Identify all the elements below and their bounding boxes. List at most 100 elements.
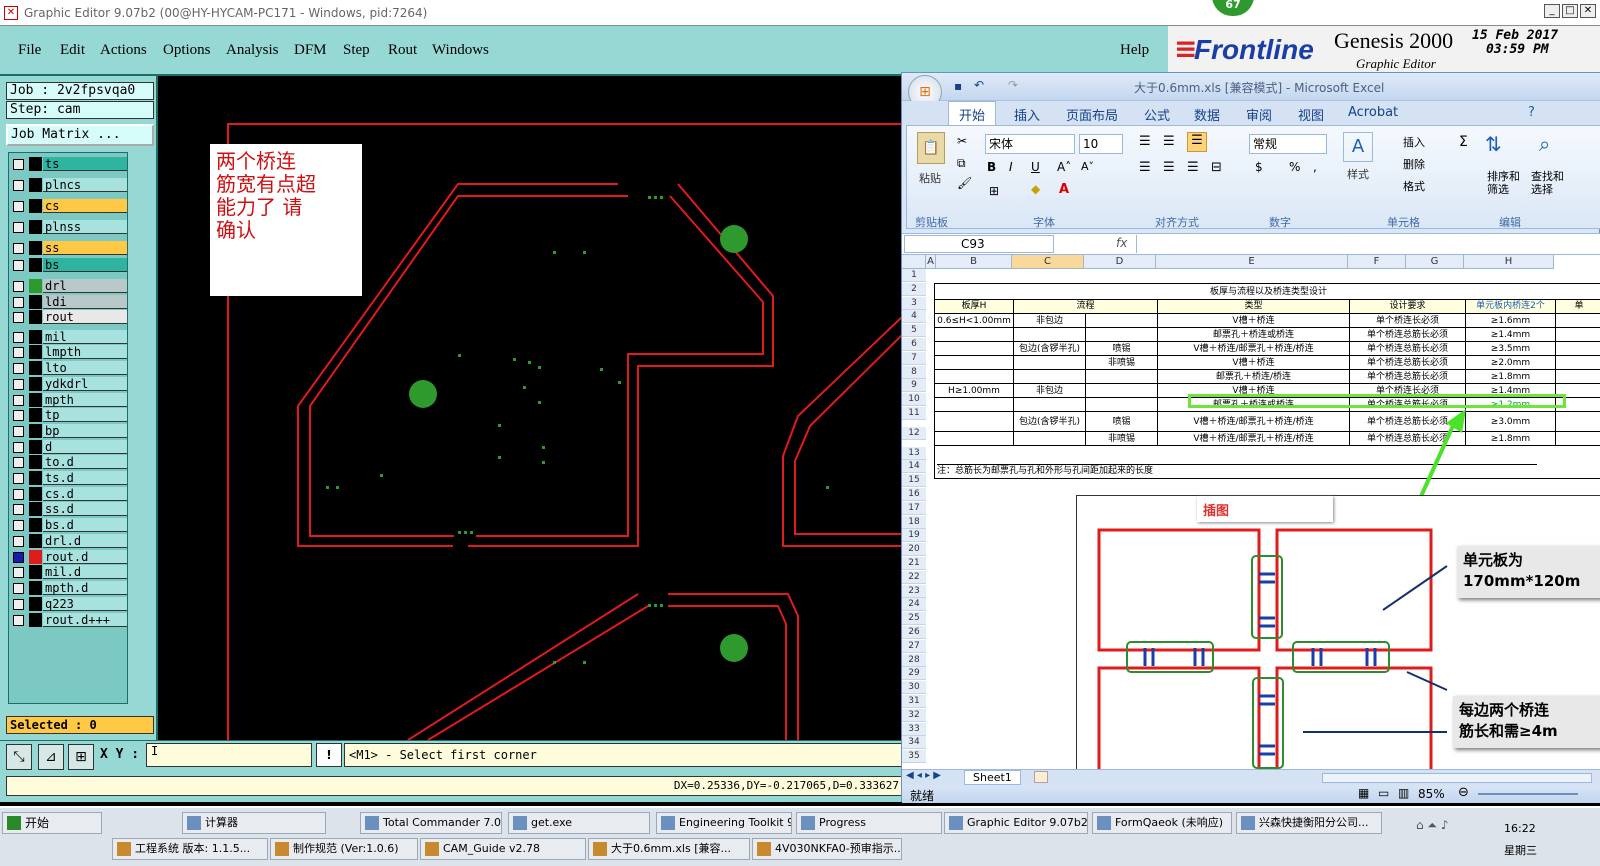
tab-insert[interactable]: 插入 bbox=[1014, 105, 1040, 124]
table-cell[interactable]: 包边(含锣半孔) bbox=[1013, 412, 1085, 432]
table-cell[interactable]: V槽＋桥连/邮票孔＋桥连/桥连 bbox=[1157, 412, 1349, 432]
taskbar-button[interactable]: Graphic Editor 9.07b2 ... bbox=[944, 812, 1088, 834]
layer-checkbox[interactable] bbox=[13, 615, 24, 626]
layer-row-plnss[interactable]: plnss bbox=[11, 220, 127, 234]
row-header[interactable]: 25 bbox=[902, 612, 926, 626]
maximize-button[interactable]: □ bbox=[1562, 4, 1578, 18]
row-header[interactable]: 3 bbox=[902, 296, 926, 310]
table-cell[interactable] bbox=[1085, 384, 1157, 398]
layer-row-ydkdrl[interactable]: ydkdrl bbox=[11, 377, 127, 391]
table-cell[interactable] bbox=[935, 356, 1013, 370]
layer-row-rout[interactable]: rout bbox=[11, 310, 127, 324]
table-cell[interactable]: V槽＋桥连/邮票孔＋桥连/桥连 bbox=[1157, 342, 1349, 356]
tab-view[interactable]: 视图 bbox=[1298, 105, 1324, 124]
layer-name[interactable]: mpth.d bbox=[43, 581, 127, 595]
layer-checkbox[interactable] bbox=[13, 297, 24, 308]
menu-file[interactable]: File bbox=[18, 42, 41, 59]
border-icon[interactable]: ⊞ bbox=[989, 184, 999, 198]
italic-icon[interactable]: I bbox=[1009, 160, 1013, 174]
currency-icon[interactable]: $ bbox=[1255, 160, 1263, 174]
menu-windows[interactable]: Windows bbox=[432, 42, 489, 59]
layer-checkbox[interactable] bbox=[13, 489, 24, 500]
layer-row-plncs[interactable]: plncs bbox=[11, 178, 127, 192]
row-header[interactable]: 2 bbox=[902, 282, 926, 296]
align-middle-icon[interactable]: ☰ bbox=[1163, 134, 1175, 149]
row-header[interactable]: 29 bbox=[902, 667, 926, 681]
layer-color-swatch[interactable] bbox=[29, 581, 42, 595]
table-cell[interactable] bbox=[1013, 356, 1085, 370]
layer-checkbox[interactable] bbox=[13, 363, 24, 374]
shrink-font-icon[interactable]: A˅ bbox=[1081, 160, 1094, 173]
col-header-c[interactable]: C bbox=[1012, 255, 1084, 269]
table-cell-empty[interactable] bbox=[1555, 370, 1600, 384]
layer-name[interactable]: ts.d bbox=[43, 471, 127, 485]
layer-checkbox[interactable] bbox=[13, 222, 24, 233]
layer-color-swatch[interactable] bbox=[29, 295, 42, 309]
table-cell[interactable] bbox=[1085, 314, 1157, 328]
layer-row-mpth[interactable]: mpth bbox=[11, 393, 127, 407]
table-cell-empty[interactable] bbox=[1555, 356, 1600, 370]
row-header[interactable]: 5 bbox=[902, 324, 926, 338]
tab-home[interactable]: 开始 bbox=[948, 101, 997, 125]
taskbar-button[interactable]: 制作规范 (Ver:1.0.6) bbox=[270, 838, 418, 860]
layer-color-swatch[interactable] bbox=[29, 157, 42, 171]
percent-icon[interactable]: % bbox=[1289, 160, 1300, 174]
table-cell[interactable]: ≥3.5mm bbox=[1465, 342, 1555, 356]
layer-name[interactable]: ss bbox=[43, 241, 127, 255]
taskbar-button[interactable]: 大于0.6mm.xls [兼容... bbox=[588, 838, 750, 860]
paste-icon[interactable]: 📋 bbox=[917, 132, 945, 164]
layer-name[interactable]: bp bbox=[43, 424, 127, 438]
layer-name[interactable]: bs.d bbox=[43, 518, 127, 532]
font-size-select[interactable]: 10 bbox=[1079, 134, 1123, 154]
find-select-label[interactable]: 查找和 选择 bbox=[1531, 170, 1564, 196]
row-header[interactable]: 24 bbox=[902, 598, 926, 612]
taskbar-button[interactable]: 工程系统 版本: 1.1.5... bbox=[112, 838, 268, 860]
layer-checkbox[interactable] bbox=[13, 332, 24, 343]
layer-row-mil-d[interactable]: mil.d bbox=[11, 565, 127, 579]
taskbar-button[interactable]: get.exe bbox=[508, 812, 650, 834]
row-header[interactable]: 1 bbox=[902, 269, 926, 282]
layer-color-swatch[interactable] bbox=[29, 258, 42, 272]
layer-checkbox[interactable] bbox=[13, 201, 24, 212]
table-cell[interactable] bbox=[1013, 432, 1085, 446]
view-layout-icon[interactable]: ▭ bbox=[1378, 786, 1389, 800]
align-left-icon[interactable]: ☰ bbox=[1139, 160, 1151, 175]
underline-icon[interactable]: U bbox=[1031, 160, 1040, 174]
layer-row-bp[interactable]: bp bbox=[11, 424, 127, 438]
row-header[interactable]: 12 bbox=[902, 426, 926, 440]
layer-name[interactable]: tp bbox=[43, 408, 127, 422]
layer-color-swatch[interactable] bbox=[29, 279, 42, 293]
table-cell[interactable] bbox=[1085, 370, 1157, 384]
layer-color-swatch[interactable] bbox=[29, 310, 42, 324]
layer-color-swatch[interactable] bbox=[29, 199, 42, 213]
view-pagebreak-icon[interactable]: ▥ bbox=[1398, 786, 1409, 800]
name-box[interactable]: C93 bbox=[904, 235, 1054, 253]
layer-color-swatch[interactable] bbox=[29, 241, 42, 255]
menu-edit[interactable]: Edit bbox=[60, 42, 85, 59]
new-sheet-icon[interactable] bbox=[1034, 771, 1048, 783]
row-header[interactable]: 32 bbox=[902, 708, 926, 722]
table-cell[interactable]: ≥1.8mm bbox=[1465, 432, 1555, 446]
row-header[interactable]: 14 bbox=[902, 460, 926, 474]
layer-row-rout-d---[interactable]: rout.d+++ bbox=[11, 613, 127, 627]
cut-icon[interactable]: ✂ bbox=[957, 134, 967, 148]
table-cell[interactable] bbox=[935, 370, 1013, 384]
row-header[interactable]: 26 bbox=[902, 626, 926, 639]
comma-icon[interactable]: , bbox=[1313, 160, 1317, 174]
row-header[interactable]: 27 bbox=[902, 639, 926, 653]
layer-color-swatch[interactable] bbox=[29, 408, 42, 422]
inserted-picture[interactable]: 插图 单元板为 170mm*120m 每边两个桥连 筋长和需≥4m bbox=[1076, 495, 1600, 769]
table-cell-empty[interactable] bbox=[1555, 412, 1600, 432]
save-icon[interactable]: ▪ bbox=[954, 79, 962, 93]
layer-row-d[interactable]: d bbox=[11, 440, 127, 454]
layer-color-swatch[interactable] bbox=[29, 471, 42, 485]
table-cell[interactable] bbox=[1085, 398, 1157, 412]
table-cell[interactable]: ≥1.4mm bbox=[1465, 328, 1555, 342]
table-cell[interactable] bbox=[1013, 398, 1085, 412]
table-cell[interactable] bbox=[1013, 328, 1085, 342]
layer-checkbox[interactable] bbox=[13, 504, 24, 515]
table-cell[interactable]: ≥1.6mm bbox=[1465, 314, 1555, 328]
layer-name[interactable]: lmpth bbox=[43, 345, 127, 359]
row-header[interactable]: 11 bbox=[902, 407, 926, 420]
layer-name[interactable]: rout.d+++ bbox=[43, 613, 127, 627]
